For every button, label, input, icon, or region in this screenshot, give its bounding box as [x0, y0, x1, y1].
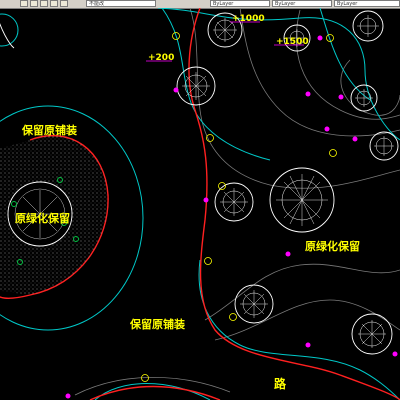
label-road: 路 [274, 376, 287, 391]
toolbar-button-2[interactable] [30, 0, 38, 7]
toolbar-button-4[interactable] [50, 0, 58, 7]
toolbar-button-1[interactable] [20, 0, 28, 7]
grade-contours [74, 8, 400, 396]
elevation-label-1000: +1000 [232, 14, 265, 24]
linetype-select[interactable]: ByLayer [272, 0, 332, 7]
color-select[interactable]: ByLayer [210, 0, 270, 7]
elevation-label-1500: +1500 [276, 37, 309, 47]
cad-application-window: 不能改 ByLayer ByLayer ByLayer +1000 +1500 … [0, 0, 400, 400]
layer-select[interactable]: 不能改 [86, 0, 156, 7]
label-original-green-left: 原绿化保留 [15, 211, 70, 225]
elevation-label-200: +200 [148, 53, 174, 63]
label-preserve-paving-top: 保留原铺装 [21, 123, 77, 137]
toolbar-button-5[interactable] [60, 0, 68, 7]
label-preserve-paving-bottom: 保留原铺装 [129, 317, 185, 331]
toolbar-button-3[interactable] [40, 0, 48, 7]
lineweight-select[interactable]: ByLayer [334, 0, 400, 7]
drawing-canvas[interactable]: +1000 +1500 +200 保留原铺装 原绿化保留 原绿化保留 保留原铺装… [0, 8, 400, 400]
label-original-green-right: 原绿化保留 [305, 239, 360, 253]
